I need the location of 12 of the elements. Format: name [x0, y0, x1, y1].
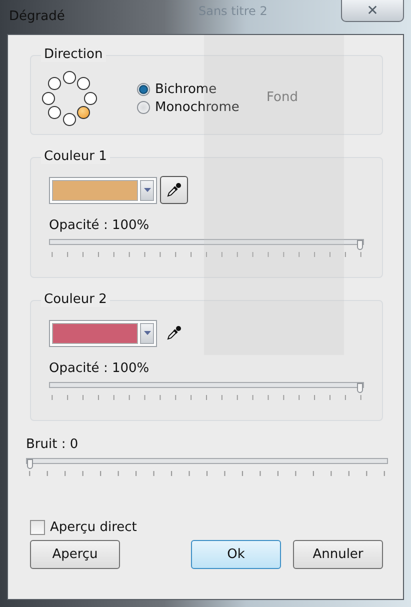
dialog-button[interactable]: Aperçu	[30, 540, 120, 569]
default-button[interactable]: Ok	[191, 540, 281, 569]
close-button[interactable]: ✕	[341, 0, 404, 22]
dialog-button[interactable]: Annuler	[293, 540, 383, 569]
window-title: Dégradé	[9, 9, 65, 24]
checkbox-label: Aperçu direct	[50, 520, 137, 535]
radio-label: Monochrome	[155, 100, 240, 114]
background-layer-label: Fond	[266, 90, 298, 106]
noise-label: Bruit : 0	[26, 437, 80, 452]
radio-label: Bichrome	[155, 82, 217, 96]
opacity-label: Opacité : 100%	[49, 361, 150, 376]
opacity-label: Opacité : 100%	[49, 218, 150, 233]
